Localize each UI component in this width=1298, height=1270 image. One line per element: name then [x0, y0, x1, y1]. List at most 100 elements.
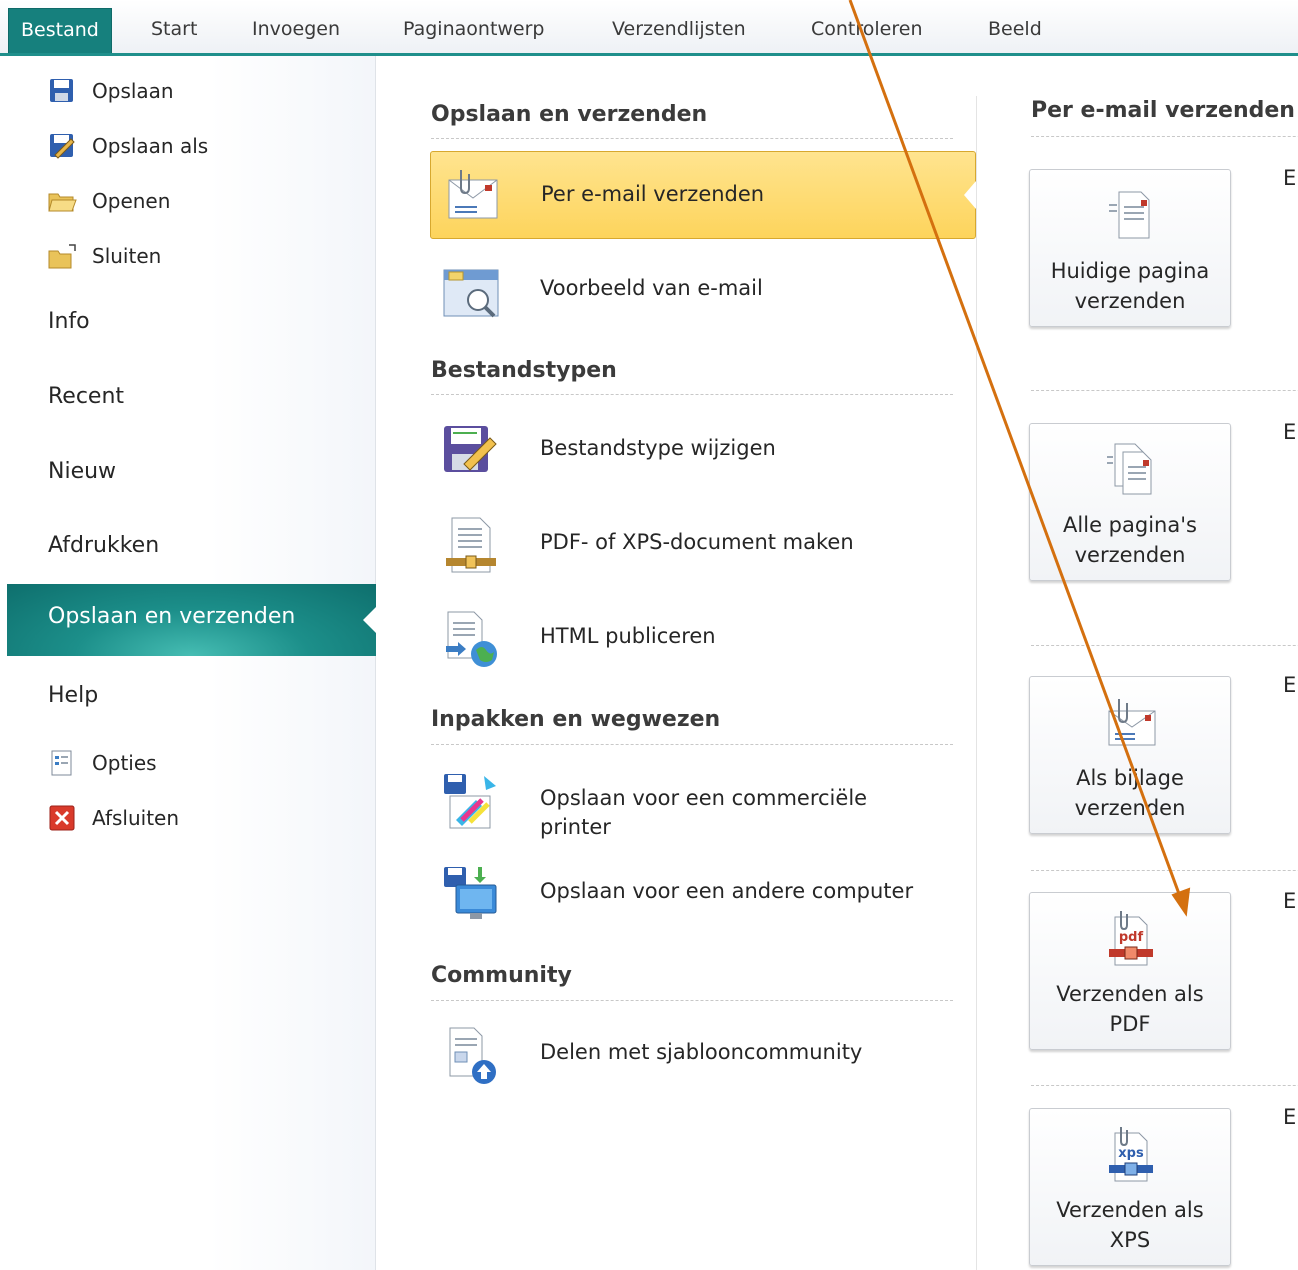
sluiten-label: Sluiten — [92, 244, 162, 268]
button-label-line2: verzenden — [1074, 796, 1186, 820]
attachment-icon — [1108, 699, 1156, 746]
alle-paginas-verzenden-button[interactable]: Alle pagina's verzenden — [1029, 423, 1231, 581]
item-andere-computer[interactable]: Opslaan voor een andere computer — [430, 849, 976, 937]
item-label: HTML publiceren — [540, 624, 716, 648]
nav-info[interactable]: Info — [48, 309, 90, 334]
button-label-line2: verzenden — [1074, 289, 1186, 313]
share-template-icon — [449, 1027, 496, 1084]
item-label: Delen met sjablooncommunity — [540, 1040, 863, 1064]
item-label: Opslaan voor een andere computer — [540, 879, 914, 903]
verzenden-als-pdf-button[interactable]: pdf Verzenden als PDF — [1029, 892, 1231, 1050]
save-send-options: Opslaan en verzenden Per e-mail verzende… — [377, 56, 977, 1270]
opties-command[interactable]: Opties — [47, 746, 157, 780]
button-label-line2: XPS — [1109, 1228, 1151, 1252]
button-label-line2: verzenden — [1074, 543, 1186, 567]
item-label: Voorbeeld van e-mail — [540, 276, 763, 300]
backstage-nav: Opslaan Opslaan als Openen Sluiten Info … — [7, 56, 377, 1270]
divider — [1031, 870, 1298, 871]
button-label: Alle pagina's verzenden — [1030, 510, 1230, 570]
divider — [431, 394, 953, 395]
exit-icon — [49, 805, 75, 831]
divider — [1031, 1085, 1298, 1086]
divider — [1031, 645, 1298, 646]
xps-icon: xps — [1109, 1127, 1153, 1182]
section-heading: Community — [431, 963, 572, 988]
sluiten-command[interactable]: Sluiten — [47, 239, 161, 273]
truncated-description: E — [1283, 420, 1297, 444]
open-folder-icon — [48, 193, 77, 212]
truncated-description: E — [1283, 889, 1297, 913]
button-label-line1: Huidige pagina — [1050, 259, 1210, 283]
huidige-pagina-verzenden-button[interactable]: Huidige pagina verzenden — [1029, 169, 1231, 327]
svg-text:pdf: pdf — [1119, 930, 1144, 945]
tab-paginaontwerp[interactable]: Paginaontwerp — [403, 8, 545, 53]
section-heading: Opslaan en verzenden — [431, 102, 708, 127]
openen-command[interactable]: Openen — [47, 184, 170, 218]
item-commerciele-printer[interactable]: Opslaan voor een commerciële printer — [430, 756, 976, 844]
item-per-email-verzenden[interactable]: Per e-mail verzenden — [430, 151, 976, 239]
item-pdf-xps-maken[interactable]: PDF- of XPS-document maken — [430, 500, 976, 588]
verzenden-als-xps-button[interactable]: xps Verzenden als XPS — [1029, 1108, 1231, 1266]
save-as-icon — [50, 134, 75, 159]
opslaan-als-label: Opslaan als — [92, 134, 209, 158]
button-label-line1: Verzenden als — [1056, 982, 1204, 1006]
item-bestandstype-wijzigen[interactable]: Bestandstype wijzigen — [430, 406, 976, 494]
tab-controleren[interactable]: Controleren — [811, 8, 923, 53]
nav-opslaan-en-verzenden-label: Opslaan en verzenden — [48, 604, 296, 629]
pdf-icon: pdf — [1109, 911, 1153, 966]
item-label: Opslaan voor een commerciële printer — [540, 784, 867, 842]
button-label: Verzenden als XPS — [1030, 1195, 1230, 1255]
item-voorbeeld-van-email[interactable]: Voorbeeld van e-mail — [430, 246, 976, 334]
divider — [431, 138, 953, 139]
item-label: Bestandstype wijzigen — [540, 436, 776, 460]
html-publish-icon — [446, 611, 497, 667]
nav-afdrukken[interactable]: Afdrukken — [48, 533, 159, 558]
truncated-description: E — [1283, 673, 1297, 697]
nav-recent[interactable]: Recent — [48, 384, 124, 409]
svg-text:xps: xps — [1118, 1146, 1144, 1161]
panel-title: Per e-mail verzenden — [1031, 98, 1295, 123]
button-label: Als bijlage verzenden — [1030, 763, 1230, 823]
nav-opslaan-en-verzenden[interactable]: Opslaan en verzenden — [7, 584, 377, 656]
item-label-line2: printer — [540, 815, 611, 839]
divider — [1031, 136, 1298, 137]
tab-bestand[interactable]: Bestand — [8, 8, 112, 53]
close-folder-icon — [48, 244, 76, 269]
truncated-description: E — [1283, 166, 1297, 190]
opslaan-command[interactable]: Opslaan — [47, 74, 174, 108]
commercial-printer-icon — [444, 774, 496, 829]
button-label-line1: Verzenden als — [1056, 1198, 1204, 1222]
item-label-line1: Opslaan voor een commerciële — [540, 786, 868, 810]
divider — [431, 744, 953, 745]
item-label: PDF- of XPS-document maken — [540, 530, 854, 554]
divider — [1031, 390, 1298, 391]
tab-beeld[interactable]: Beeld — [988, 8, 1042, 53]
item-delen-sjablooncommunity[interactable]: Delen met sjablooncommunity — [430, 1010, 976, 1098]
email-preview-icon — [443, 269, 499, 318]
button-label-line1: Als bijlage — [1076, 766, 1184, 790]
tab-start[interactable]: Start — [151, 8, 197, 53]
als-bijlage-verzenden-button[interactable]: Als bijlage verzenden — [1029, 676, 1231, 834]
nav-nieuw[interactable]: Nieuw — [48, 459, 116, 484]
selection-notch — [964, 181, 976, 209]
afsluiten-command[interactable]: Afsluiten — [47, 801, 179, 835]
nav-help[interactable]: Help — [48, 683, 98, 708]
section-heading: Bestandstypen — [431, 358, 617, 383]
afsluiten-label: Afsluiten — [92, 806, 180, 830]
opties-label: Opties — [92, 751, 157, 775]
button-label: Huidige pagina verzenden — [1030, 256, 1230, 316]
email-attachment-icon — [448, 170, 498, 219]
item-html-publiceren[interactable]: HTML publiceren — [430, 594, 976, 682]
opslaan-label: Opslaan — [92, 79, 174, 103]
button-label: Verzenden als PDF — [1030, 979, 1230, 1039]
save-icon — [50, 79, 73, 102]
options-icon — [51, 750, 72, 776]
tab-invoegen[interactable]: Invoegen — [252, 8, 340, 53]
selection-notch — [363, 606, 377, 634]
change-filetype-icon — [444, 426, 497, 472]
opslaan-als-command[interactable]: Opslaan als — [47, 129, 208, 163]
other-computer-icon — [444, 867, 497, 919]
divider — [431, 1000, 953, 1001]
tab-verzendlijsten[interactable]: Verzendlijsten — [612, 8, 746, 53]
section-heading: Inpakken en wegwezen — [431, 707, 721, 732]
